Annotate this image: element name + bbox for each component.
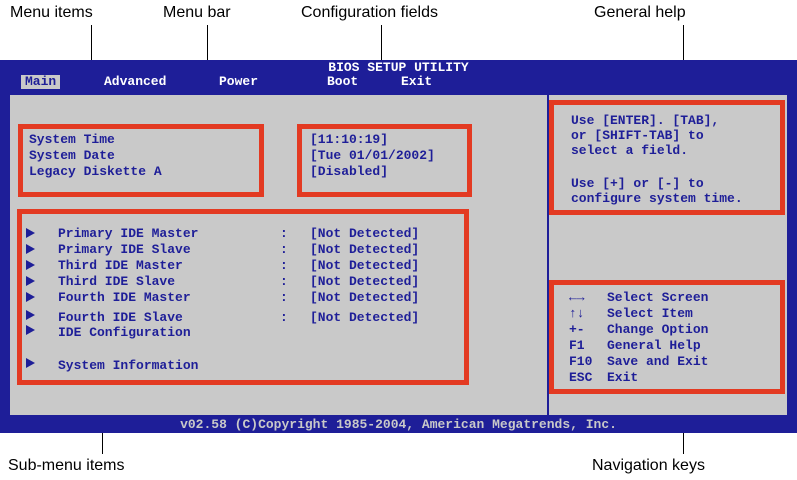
submenu-arrow-icon [26, 244, 35, 254]
nav-key: ESC [569, 370, 593, 385]
submenu-arrow-icon [26, 358, 35, 368]
submenu-separator: : [280, 290, 288, 305]
nav-key: F1 [569, 338, 585, 353]
submenu-separator: : [280, 310, 288, 325]
help-line: or [SHIFT-TAB] to [571, 128, 704, 143]
setting-system-date-label[interactable]: System Date [29, 148, 115, 163]
submenu-fourth-ide-master[interactable]: Fourth IDE Master [58, 290, 191, 305]
nav-key: +- [569, 322, 585, 337]
submenu-primary-ide-master-value: [Not Detected] [310, 226, 420, 241]
submenu-ide-configuration[interactable]: IDE Configuration [58, 325, 191, 340]
nav-save-and-exit: F10 Save and Exit [569, 354, 708, 370]
left-right-arrows-icon: ←→ [569, 290, 585, 305]
nav-action: Select Item [607, 306, 693, 321]
submenu-third-ide-slave-value: [Not Detected] [310, 274, 420, 289]
callout-menu-bar: Menu bar [163, 4, 231, 21]
callout-submenu-items: Sub-menu items [8, 457, 125, 474]
nav-select-screen: ←→ Select Screen [569, 290, 708, 306]
submenu-third-ide-master-value: [Not Detected] [310, 258, 420, 273]
callout-general-help: General help [594, 4, 686, 21]
menu-advanced[interactable]: Advanced [104, 75, 166, 89]
menu-boot[interactable]: Boot [327, 75, 358, 89]
help-line: Use [+] or [-] to [571, 176, 704, 191]
submenu-primary-ide-master[interactable]: Primary IDE Master [58, 226, 198, 241]
submenu-fourth-ide-slave[interactable]: Fourth IDE Slave [58, 310, 183, 325]
nav-action: Change Option [607, 322, 709, 337]
submenu-arrow-icon [26, 310, 35, 320]
up-down-arrows-icon: ↑↓ [569, 306, 585, 321]
submenu-system-information[interactable]: System Information [58, 358, 198, 373]
submenu-third-ide-master[interactable]: Third IDE Master [58, 258, 183, 273]
submenu-separator: : [280, 274, 288, 289]
copyright-footer: v02.58 (C)Copyright 1985-2004, American … [180, 417, 617, 432]
menu-power[interactable]: Power [219, 75, 258, 89]
submenu-arrow-icon [26, 228, 35, 238]
submenu-primary-ide-slave[interactable]: Primary IDE Slave [58, 242, 191, 257]
nav-action: Save and Exit [607, 354, 709, 369]
nav-exit: ESC Exit [569, 370, 638, 386]
leader-line-menu-bar [207, 25, 208, 65]
callout-configuration-fields: Configuration fields [301, 4, 438, 21]
submenu-separator: : [280, 242, 288, 257]
callout-menu-items: Menu items [10, 4, 93, 21]
setting-legacy-diskette-value[interactable]: [Disabled] [310, 164, 388, 179]
nav-change-option: +- Change Option [569, 322, 708, 338]
submenu-separator: : [280, 226, 288, 241]
nav-action: Select Screen [607, 290, 709, 305]
setting-system-date-value[interactable]: [Tue 01/01/2002] [310, 148, 435, 163]
nav-key: F10 [569, 354, 593, 369]
submenu-arrow-icon [26, 292, 35, 302]
submenu-arrow-icon [26, 260, 35, 270]
submenu-primary-ide-slave-value: [Not Detected] [310, 242, 420, 257]
help-line: configure system time. [571, 191, 743, 206]
help-line: select a field. [571, 143, 689, 158]
nav-select-item: ↑↓ Select Item [569, 306, 693, 322]
menu-exit[interactable]: Exit [401, 75, 432, 89]
nav-action: General Help [607, 338, 701, 353]
submenu-third-ide-slave[interactable]: Third IDE Slave [58, 274, 175, 289]
help-line: Use [ENTER]. [TAB], [571, 113, 720, 128]
submenu-arrow-icon [26, 325, 35, 335]
callout-navigation-keys: Navigation keys [592, 457, 705, 474]
nav-action: Exit [607, 370, 639, 385]
bios-screen: BIOS SETUP UTILITY Main Advanced Power B… [0, 60, 797, 433]
submenu-separator: : [280, 258, 288, 273]
bios-title: BIOS SETUP UTILITY [328, 60, 469, 75]
submenu-fourth-ide-master-value: [Not Detected] [310, 290, 420, 305]
submenu-arrow-icon [26, 276, 35, 286]
nav-general-help: F1 General Help [569, 338, 701, 354]
submenu-fourth-ide-slave-value: [Not Detected] [310, 310, 420, 325]
setting-system-time-label[interactable]: System Time [29, 132, 115, 147]
setting-legacy-diskette-label[interactable]: Legacy Diskette A [29, 164, 162, 179]
menu-main[interactable]: Main [21, 75, 61, 89]
setting-system-time-value[interactable]: [11:10:19] [310, 132, 388, 147]
